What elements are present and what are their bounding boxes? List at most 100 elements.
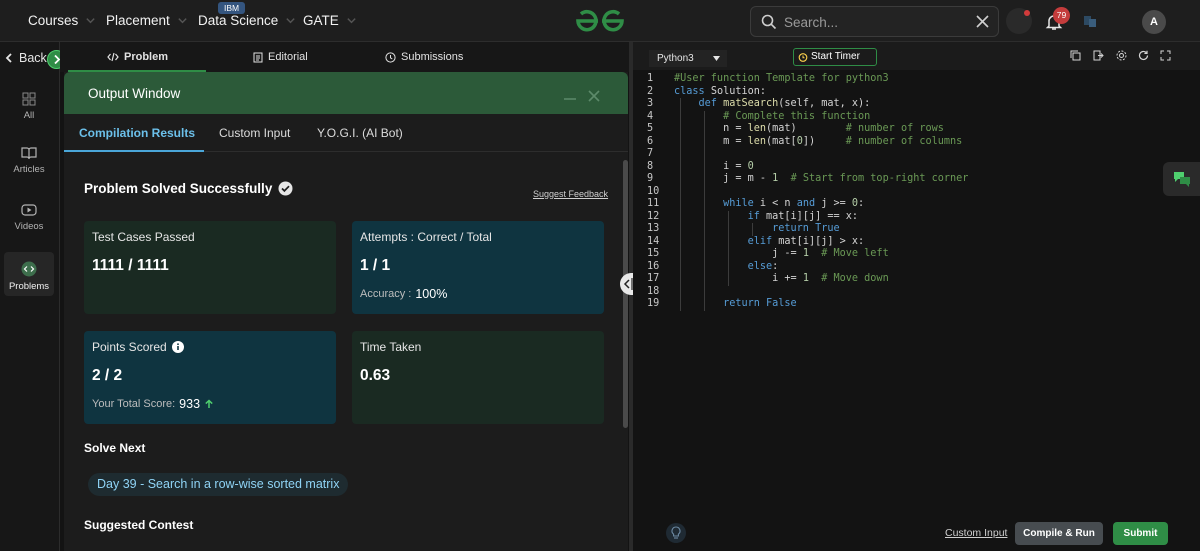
video-icon — [21, 204, 37, 216]
tab-problem-label: Problem — [124, 51, 169, 63]
solve-next-item[interactable]: Day 39 - Search in a row-wise sorted mat… — [88, 473, 349, 496]
grid-icon — [22, 92, 36, 106]
caret-down-icon — [713, 56, 720, 61]
sidebar-item-articles[interactable]: Articles — [4, 146, 54, 175]
close-icon[interactable] — [976, 15, 989, 28]
suggest-feedback-link[interactable]: Suggest Feedback — [533, 189, 608, 199]
sidebar-item-problems-label: Problems — [8, 281, 50, 292]
editor-toolbar: Python3 Start Timer — [633, 42, 1200, 70]
line-number: 8 — [647, 160, 654, 172]
code-token: (mat) — [766, 123, 846, 134]
result-tab-indicator — [64, 150, 204, 152]
geeksforgeeks-logo-icon[interactable] — [574, 8, 626, 34]
line-number: 19 — [647, 298, 660, 309]
nav-gate[interactable]: GATE — [303, 13, 357, 28]
info-icon[interactable] — [171, 341, 184, 353]
code-token: (mat[ — [766, 135, 797, 147]
sidebar-item-all[interactable]: All — [4, 92, 54, 121]
code-token: n = — [674, 123, 748, 134]
tab-custom-input[interactable]: Custom Input — [219, 126, 290, 140]
translate-icon[interactable] — [1083, 14, 1098, 29]
code-token: j >= — [821, 198, 852, 209]
nav-courses-label: Courses — [28, 13, 79, 28]
code-editor-panel: Python3 Start Timer 1 2 3 4 5 6 7 8 9 10 11 12 13 14 1… — [633, 42, 1200, 551]
card-attempts: Attempts : Correct / Total 1 / 1 Accurac… — [352, 221, 604, 314]
line-number: 4 — [647, 110, 654, 122]
code-token: elif — [674, 235, 779, 247]
code-token: matSearch — [723, 98, 779, 109]
nav-data-science[interactable]: Data Science — [198, 13, 296, 28]
custom-input-link[interactable]: Custom Input — [945, 527, 1007, 539]
back-label: Back — [19, 51, 47, 65]
avatar[interactable]: A — [1142, 10, 1166, 34]
total-score-value: 933 — [179, 397, 201, 411]
submit-button[interactable]: Submit — [1113, 522, 1168, 545]
card-points-value: 2 / 2 — [92, 367, 123, 384]
tab-compilation-results[interactable]: Compilation Results — [79, 126, 195, 140]
status-text: Problem Solved Successfully — [84, 181, 273, 196]
import-icon[interactable] — [1093, 50, 1104, 61]
code-line: j = m - 1 # Start from top-right corner — [674, 173, 968, 185]
line-number: 16 — [647, 260, 660, 272]
line-number: 12 — [647, 210, 660, 222]
start-timer-button[interactable]: Start Timer — [793, 48, 877, 66]
start-timer-label: Start Timer — [811, 51, 860, 62]
notification-count-badge: 79 — [1053, 7, 1070, 24]
nav-data-science-label: Data Science — [198, 13, 279, 28]
nav-placement[interactable]: Placement — [106, 13, 188, 28]
search-box[interactable]: Search... — [750, 6, 999, 37]
nav-gate-label: GATE — [303, 13, 339, 28]
clock-icon — [385, 51, 396, 63]
code-line: j -= 1 # Move left — [674, 248, 889, 260]
nav-courses[interactable]: Courses — [28, 13, 96, 28]
line-number: 2 — [647, 85, 654, 97]
chat-bubbles-icon — [1174, 172, 1190, 187]
code-line: else: — [674, 260, 779, 273]
minimize-icon[interactable] — [564, 94, 576, 100]
reset-icon[interactable] — [1138, 50, 1149, 61]
chevron-down-icon — [178, 18, 187, 24]
code-icon — [107, 52, 119, 62]
code-line: n = len(mat) # number of rows — [674, 123, 944, 135]
code-token: if — [674, 210, 767, 222]
accuracy-label: Accuracy : — [360, 288, 412, 300]
sidebar-item-videos[interactable]: Videos — [4, 203, 54, 232]
output-window-header: Output Window — [64, 72, 628, 114]
card-points: Points Scored 2 / 2 Your Total Score: 93… — [84, 331, 336, 424]
tab-editorial[interactable]: Editorial — [253, 51, 308, 63]
tab-yogi-ai-bot[interactable]: Y.O.G.I. (AI Bot) — [317, 126, 403, 140]
document-icon — [253, 52, 263, 62]
indent-guide — [680, 98, 681, 311]
code-token: # Move down — [821, 273, 889, 284]
line-number: 5 — [647, 123, 654, 134]
indent-guide — [728, 210, 729, 286]
tab-problem[interactable]: Problem — [107, 51, 168, 63]
streak-icon[interactable] — [1006, 8, 1032, 34]
code-token: : — [772, 260, 779, 272]
code-token: i = — [674, 160, 748, 172]
code-area[interactable]: #User function Template for python3 class… — [674, 70, 1200, 527]
search-input[interactable]: Search... — [784, 15, 838, 30]
lightbulb-icon[interactable] — [666, 523, 686, 543]
code-line: #User function Template for python3 — [674, 73, 889, 85]
settings-icon[interactable] — [1116, 50, 1127, 61]
card-attempts-value: 1 / 1 — [360, 257, 391, 274]
close-icon[interactable] — [588, 90, 600, 102]
code-token: i < n — [759, 198, 797, 209]
arrow-up-icon — [205, 399, 213, 408]
fullscreen-icon[interactable] — [1160, 50, 1171, 61]
card-time-value: 0.63 — [360, 367, 391, 384]
tab-submissions-label: Submissions — [401, 51, 464, 63]
alarm-clock-icon — [798, 53, 808, 62]
compile-run-button[interactable]: Compile & Run — [1015, 522, 1103, 545]
language-select[interactable]: Python3 — [649, 50, 727, 67]
chevron-down-icon — [347, 18, 356, 24]
copy-icon[interactable] — [1070, 50, 1081, 61]
output-window: Output Window Compilation Results Custom… — [64, 72, 628, 551]
line-number: 7 — [647, 148, 654, 159]
tab-submissions[interactable]: Submissions — [385, 51, 463, 63]
sidebar-item-problems[interactable]: Problems — [4, 252, 54, 296]
chat-button[interactable] — [1163, 162, 1200, 196]
